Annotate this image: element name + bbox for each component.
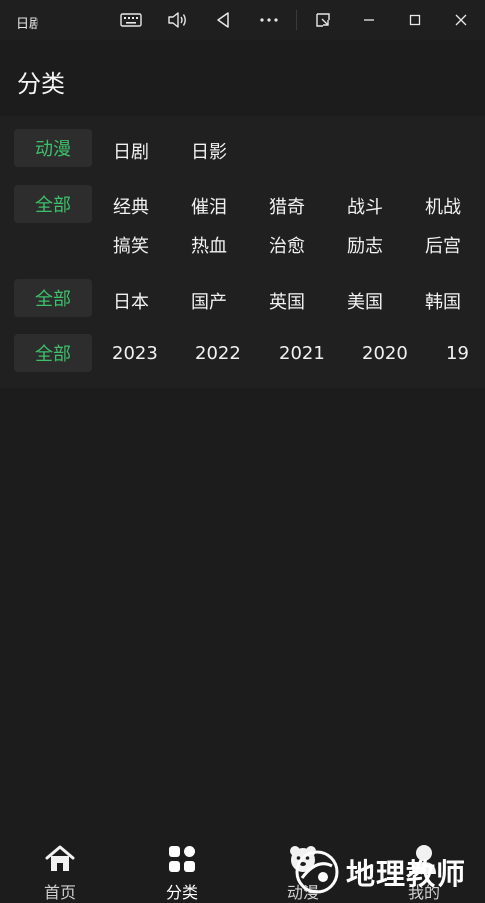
filter-genre-selected-chip[interactable]: 全部 — [14, 185, 92, 223]
picture-in-picture-icon[interactable] — [310, 8, 336, 32]
filter-year-selected-chip[interactable]: 全部 — [14, 334, 92, 372]
page-header: 分类 — [0, 40, 485, 116]
back-triangle-icon[interactable] — [210, 8, 236, 32]
window-titlebar: 日剧 — [0, 0, 485, 40]
category-grid-icon — [167, 843, 197, 875]
filter-year-option[interactable]: 19 — [446, 343, 469, 364]
maximize-icon[interactable] — [402, 8, 428, 32]
nav-item-category[interactable]: 分类 — [122, 833, 242, 903]
filter-genre-option[interactable]: 催泪 — [191, 193, 227, 219]
filter-row-genre: 全部 经典 催泪 猎奇 战斗 机战 搞笑 热血 治愈 励志 后宫 — [0, 185, 485, 265]
filter-genre-option[interactable]: 后宫 — [425, 232, 461, 258]
watermark-logo-icon — [295, 850, 339, 894]
watermark: 地理教师 — [288, 846, 485, 898]
more-icon[interactable] — [256, 8, 282, 32]
watermark-text: 地理教师 — [346, 857, 467, 891]
filter-genre-option[interactable]: 搞笑 — [113, 232, 149, 258]
close-icon[interactable] — [448, 8, 474, 32]
minimize-icon[interactable] — [356, 8, 382, 32]
filter-genre-option[interactable]: 热血 — [191, 232, 227, 258]
volume-icon[interactable] — [164, 8, 190, 32]
filter-genre-option[interactable]: 猎奇 — [269, 193, 305, 219]
filter-region-option[interactable]: 韩国 — [425, 288, 461, 314]
filter-region-option[interactable]: 国产 — [191, 288, 227, 314]
filter-region-selected-chip[interactable]: 全部 — [14, 279, 92, 317]
nav-item-home[interactable]: 首页 — [0, 833, 120, 903]
filter-genre-option[interactable]: 励志 — [347, 232, 383, 258]
filter-region-option[interactable]: 日本 — [113, 288, 149, 314]
nav-label-home: 首页 — [43, 883, 76, 902]
filter-type-selected-chip[interactable]: 动漫 — [14, 129, 92, 167]
filter-year-option[interactable]: 2020 — [362, 343, 408, 364]
filter-row-year: 全部 2023 2022 2021 2020 19 — [0, 334, 485, 374]
app-title: 日剧 — [16, 17, 38, 32]
filter-panel: 动漫 日剧 日影 全部 经典 催泪 猎奇 战斗 机战 搞笑 热血 治愈 励志 后… — [0, 116, 485, 388]
filter-row-type: 动漫 日剧 日影 — [0, 129, 485, 169]
filter-year-option[interactable]: 2023 — [112, 343, 158, 364]
nav-label-category: 分类 — [165, 883, 198, 902]
page-title: 分类 — [17, 70, 65, 98]
filter-genre-option[interactable]: 战斗 — [347, 193, 383, 219]
filter-region-option[interactable]: 美国 — [347, 288, 383, 314]
filter-row-region: 全部 日本 国产 英国 美国 韩国 — [0, 279, 485, 319]
filter-type-option[interactable]: 日影 — [191, 138, 227, 164]
filter-year-option[interactable]: 2021 — [279, 343, 325, 364]
filter-genre-option[interactable]: 经典 — [113, 193, 149, 219]
filter-region-option[interactable]: 英国 — [269, 288, 305, 314]
home-icon — [44, 843, 76, 875]
filter-genre-option[interactable]: 机战 — [425, 193, 461, 219]
filter-year-option[interactable]: 2022 — [195, 343, 241, 364]
titlebar-separator — [296, 10, 297, 30]
filter-genre-option[interactable]: 治愈 — [269, 232, 305, 258]
filter-type-option[interactable]: 日剧 — [113, 138, 149, 164]
keyboard-icon[interactable] — [118, 8, 144, 32]
